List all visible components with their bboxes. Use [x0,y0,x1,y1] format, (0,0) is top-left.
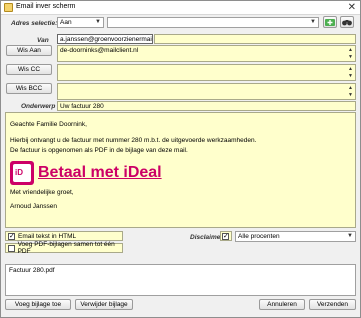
search-address-button[interactable] [340,16,354,28]
body-line-2: De factuur is opgenomen als PDF in de bi… [10,147,188,154]
title-bar: Email inver scherm ✕ [1,1,360,15]
cc-field-scrollbar[interactable]: ▲ ▼ [347,66,354,79]
attachments-list[interactable]: Factuur 280.pdf [5,264,356,296]
window-title: Email inver scherm [16,3,76,10]
clear-cc-button[interactable]: Wis CC [6,64,52,75]
address-type-value: Aan [60,19,72,26]
chevron-down-icon: ▼ [347,233,353,239]
to-field-scrollbar[interactable]: ▲ ▼ [347,47,354,60]
to-field-value: de-doorninks@mailclient.nl [60,47,139,54]
body-closing: Met vriendelijke groet, [10,189,74,196]
html-text-checkbox[interactable] [8,232,15,240]
add-attachment-button[interactable]: Voeg bijlage toe [5,299,71,310]
close-icon[interactable]: ✕ [348,1,356,14]
chevron-down-icon: ▼ [95,19,101,25]
address-type-select[interactable]: Aan ▼ [57,17,104,28]
body-line-1: Hierbij ontvangt u de factuur met nummer… [10,137,257,144]
disclaimer-option[interactable] [220,231,232,241]
address-selection-label: Adres selectie: [11,20,58,27]
cc-field[interactable]: ▲ ▼ [57,64,356,81]
chevron-down-icon: ▼ [310,19,316,25]
html-text-option[interactable]: Email tekst in HTML [5,231,123,241]
email-window: Email inver scherm ✕ Adres selectie: Aan… [0,0,361,318]
to-field[interactable]: de-doorninks@mailclient.nl ▲ ▼ [57,45,356,62]
bcc-field-scrollbar[interactable]: ▲ ▼ [347,85,354,98]
ideal-payment-row: iD Betaal met iDeal [10,161,351,185]
body-signature: Arnoud Janssen [10,203,57,210]
remove-attachment-button[interactable]: Verwijder bijlage [75,299,133,310]
disclaimer-checkbox[interactable] [222,232,229,240]
merge-pdf-label: Voeg PDF-bijlagen samen tot één PDF [17,241,115,255]
disclaimer-select-value: Alle procenten [238,233,280,240]
clear-bcc-button[interactable]: Wis BCC [6,83,52,94]
pay-with-ideal-link[interactable]: Betaal met iDeal [38,165,162,181]
cancel-button[interactable]: Annuleren [259,299,305,310]
from-field-extension [154,34,356,44]
disclaimer-label: Disclaimer [190,234,223,241]
address-book-select[interactable]: ▼ [107,17,319,28]
merge-pdf-checkbox[interactable] [8,244,15,252]
clear-to-button[interactable]: Wis Aan [6,45,52,56]
from-label: Van [37,37,49,44]
bcc-field[interactable]: ▲ ▼ [57,83,356,100]
disclaimer-select[interactable]: Alle procenten ▼ [235,231,356,242]
attachment-item[interactable]: Factuur 280.pdf [9,267,352,274]
ideal-logo-text: iD [15,168,23,177]
subject-label: Onderwerp [21,103,56,110]
subject-field[interactable]: Uw factuur 280 [57,101,356,111]
email-body-editor[interactable]: Geachte Familie Doornink, Hierbij ontvan… [5,112,356,228]
from-field[interactable]: a.janssen@groenvoorzienermail.nl [57,34,153,44]
add-address-button[interactable] [323,16,337,28]
body-greeting: Geachte Familie Doornink, [10,121,87,128]
binoculars-icon [342,20,352,26]
ideal-logo-icon: iD [10,161,34,185]
html-text-label: Email tekst in HTML [18,232,77,240]
add-icon [325,19,335,26]
email-app-icon [4,3,13,12]
merge-pdf-option[interactable]: Voeg PDF-bijlagen samen tot één PDF [5,241,123,255]
send-button[interactable]: Verzenden [309,299,356,310]
